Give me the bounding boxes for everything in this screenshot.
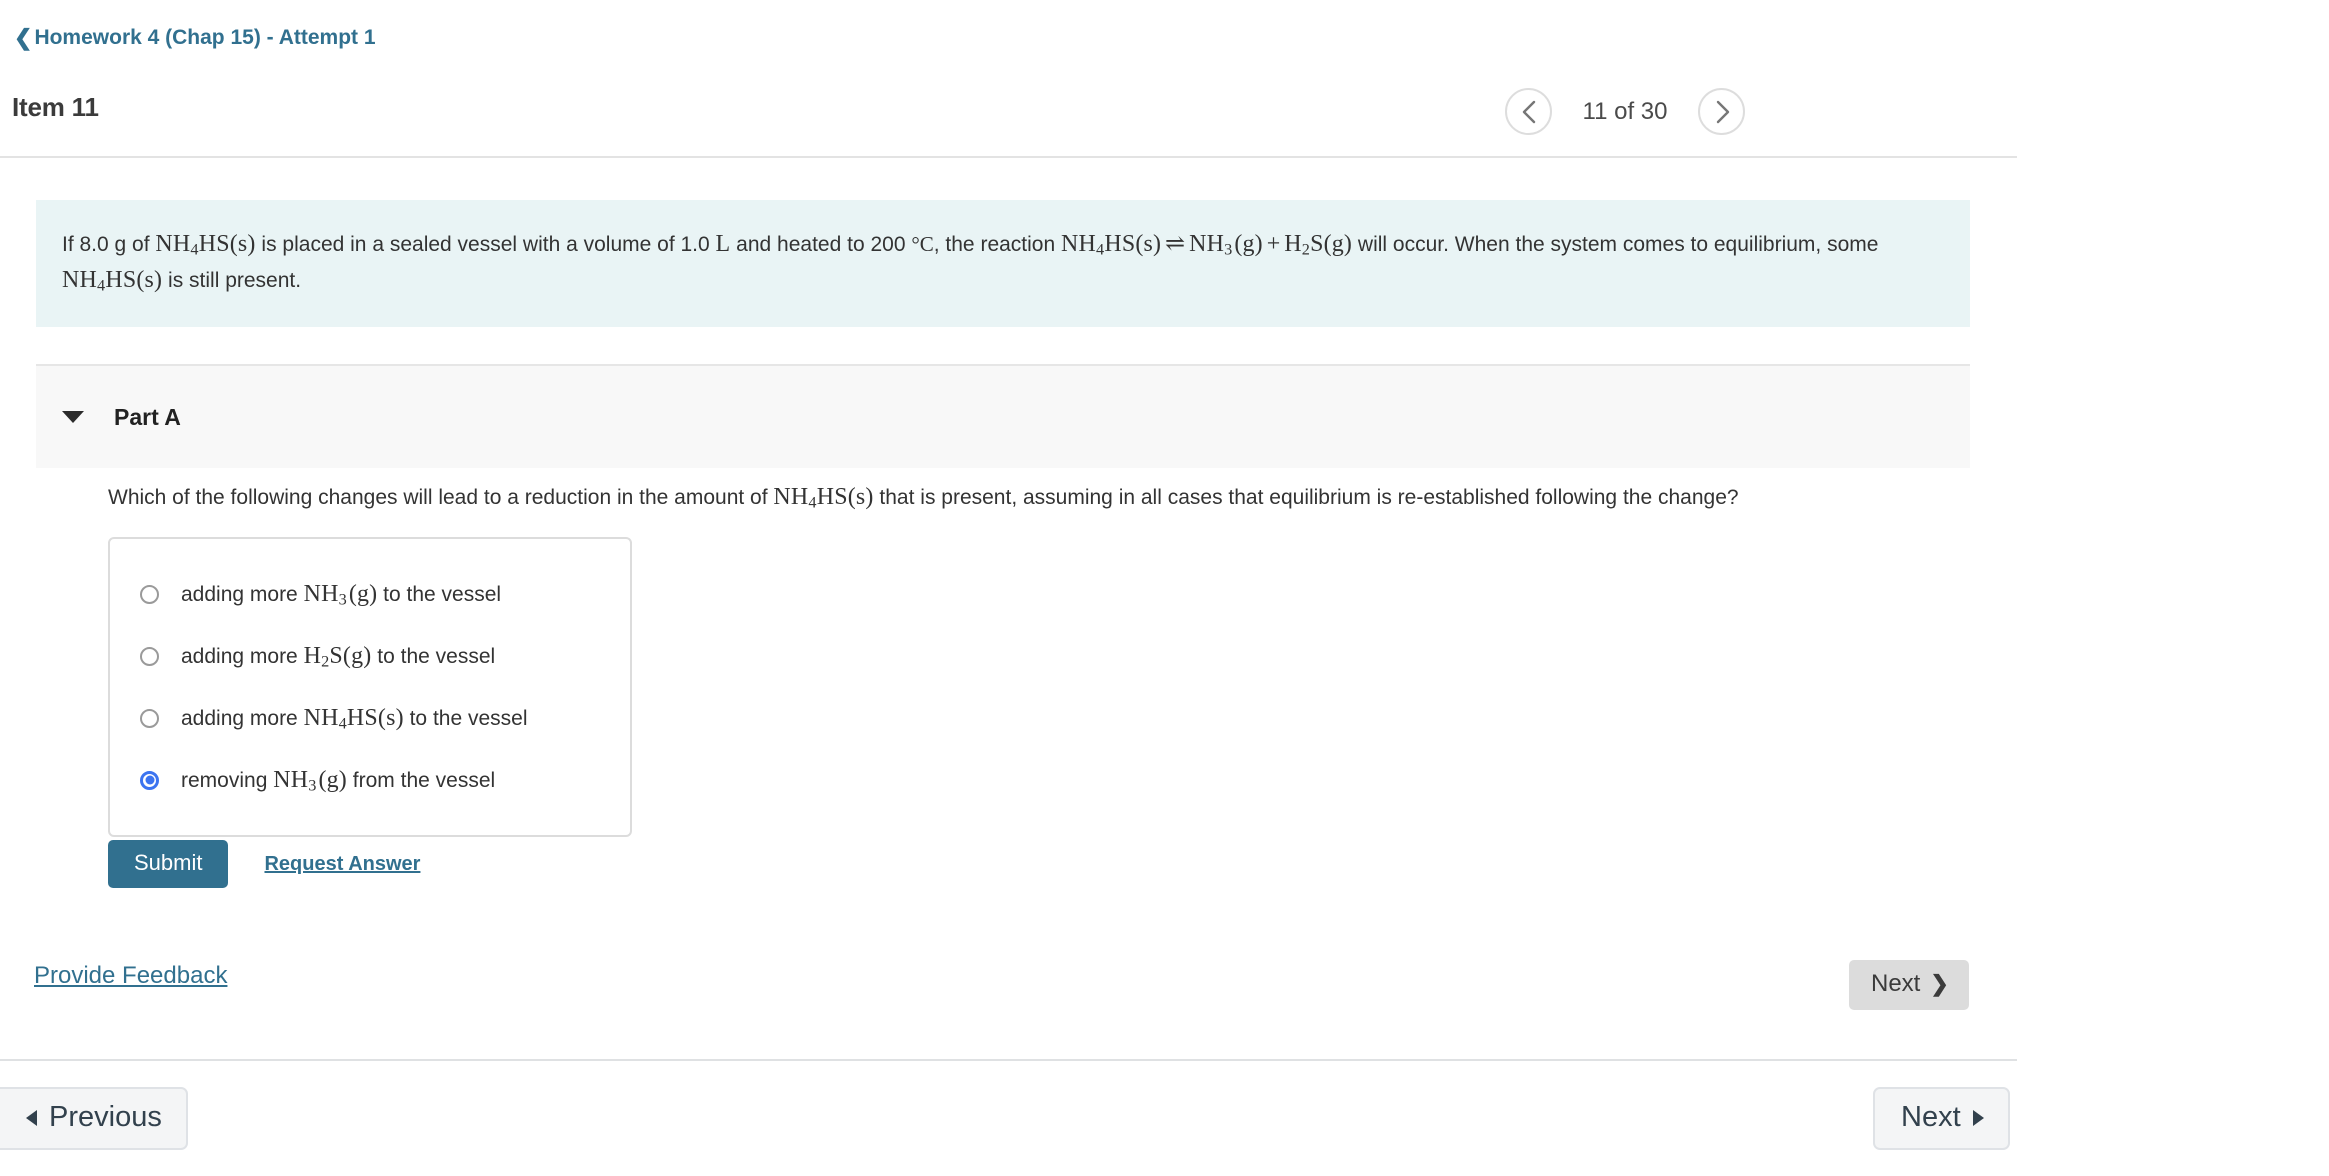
statement-text-5: will occur. When the system comes to equ…: [1352, 233, 1879, 256]
statement-text-6: is still present.: [162, 269, 302, 293]
breadcrumb-back-link[interactable]: ❮ Homework 4 (Chap 15) - Attempt 1: [14, 26, 376, 50]
option-row-3[interactable]: adding more NH4HS(s) to the vessel: [110, 687, 630, 749]
breadcrumb-label: Homework 4 (Chap 15) - Attempt 1: [34, 26, 376, 49]
chevron-left-icon: ❮: [14, 25, 33, 50]
statement-text-4: , the reaction: [933, 233, 1061, 256]
chevron-right-icon: ❯: [1930, 971, 1949, 996]
option-row-1[interactable]: adding more NH3(g) to the vessel: [110, 563, 630, 625]
request-answer-link[interactable]: Request Answer: [264, 853, 420, 876]
triangle-left-icon: [26, 1109, 37, 1126]
next-item-label: Next: [1871, 970, 1921, 997]
next-item-button[interactable]: Next ❯: [1849, 960, 1969, 1010]
next-page-button[interactable]: Next: [1873, 1087, 2010, 1150]
option-row-4[interactable]: removing NH3(g) from the vessel: [110, 749, 630, 811]
radio-button-1[interactable]: [140, 584, 159, 604]
formula-nh3-2: NH3(g): [273, 766, 347, 795]
part-a-header[interactable]: Part A: [36, 364, 1970, 468]
option-row-2[interactable]: adding more H2S(g) to the vessel: [110, 625, 630, 687]
question-suffix: that is present, assuming in all cases t…: [873, 486, 1739, 509]
statement-text-3: and heated to 200: [730, 233, 912, 256]
formula-nh4hs-option: NH4HS(s): [303, 704, 404, 733]
pager-position-label: 11 of 30: [1582, 97, 1668, 125]
statement-text-2: is placed in a sealed vessel with a volu…: [255, 233, 716, 256]
caret-down-icon: [62, 411, 84, 423]
formula-h2s: H2S(g): [303, 642, 372, 671]
formula-reaction-equation: NH4HS(s) ⇌ NH3(g) + H2S(g): [1061, 231, 1353, 259]
radio-button-4[interactable]: [140, 770, 159, 790]
formula-nh4hs-2: NH4HS(s): [62, 267, 163, 295]
pager-next-button[interactable]: [1698, 88, 1745, 135]
item-header: Item 11 11 of 30: [0, 78, 2017, 158]
problem-statement: If 8.0 g of NH4HS(s) is placed in a seal…: [36, 200, 1970, 327]
option-label-4: removing NH3(g) from the vessel: [181, 766, 496, 795]
formula-nh3-1: NH3(g): [303, 580, 378, 609]
pager-previous-button[interactable]: [1505, 88, 1552, 135]
option-label-2: adding more H2S(g) to the vessel: [181, 642, 496, 671]
radio-button-2[interactable]: [140, 646, 159, 666]
submit-row: Submit Request Answer: [108, 840, 420, 888]
assignment-page: ❮ Homework 4 (Chap 15) - Attempt 1 Item …: [0, 0, 2329, 1176]
question-prefix: Which of the following changes will lead…: [108, 486, 774, 509]
previous-page-button[interactable]: Previous: [0, 1087, 188, 1150]
chevron-left-icon: [1522, 100, 1535, 123]
degree-celsius: °C: [911, 232, 934, 256]
answer-options-group: adding more NH3(g) to the vessel adding …: [108, 537, 632, 837]
item-pager: 11 of 30: [1505, 88, 1745, 135]
formula-nh4hs-1: NH4HS(s): [155, 231, 256, 259]
previous-page-label: Previous: [49, 1101, 162, 1133]
option-label-1: adding more NH3(g) to the vessel: [181, 580, 502, 609]
option-label-3: adding more NH4HS(s) to the vessel: [181, 704, 528, 733]
triangle-right-icon: [1972, 1109, 1984, 1126]
next-page-label: Next: [1901, 1101, 1961, 1133]
part-a-label: Part A: [114, 403, 181, 430]
chevron-right-icon: [1716, 100, 1729, 123]
page-title: Item 11: [12, 92, 99, 122]
bottom-divider: [0, 1059, 2017, 1061]
unit-liter: L: [715, 231, 731, 257]
formula-nh4hs-question: NH4HS(s): [773, 484, 874, 512]
statement-text-1: If 8.0 g of: [62, 233, 156, 256]
provide-feedback-link[interactable]: Provide Feedback: [34, 962, 227, 990]
submit-button[interactable]: Submit: [108, 840, 229, 888]
question-text: Which of the following changes will lead…: [108, 480, 1938, 516]
radio-button-3[interactable]: [140, 708, 159, 728]
